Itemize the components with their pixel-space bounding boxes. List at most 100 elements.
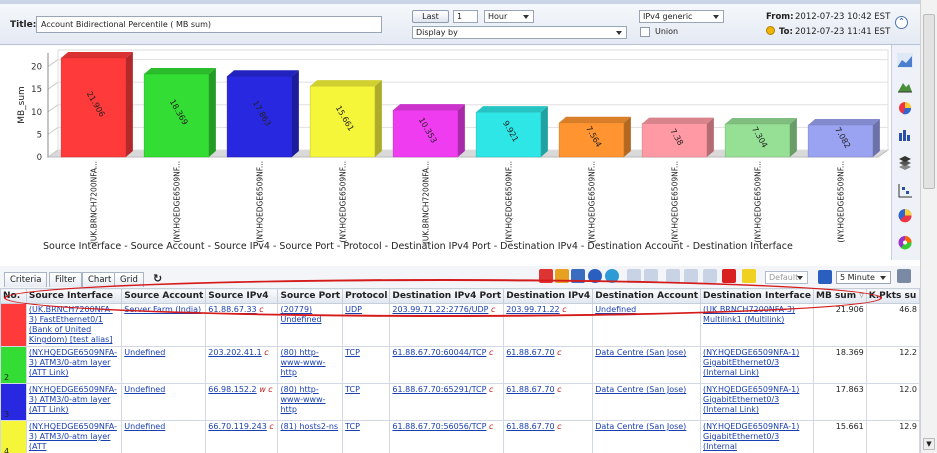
source-port-link[interactable]: (80) http-www-www-http [280,348,325,377]
source-ip-link[interactable]: 203.202.41.1 [208,348,261,357]
column-header[interactable]: Destination IPv4 [503,288,594,304]
source-interface-link[interactable]: (NY.HQEDGE6509NFA-3) ATM3/0-atm layer (A… [29,348,117,377]
interval-select[interactable]: 5 Minute [836,271,891,284]
source-interface-link[interactable]: (NY.HQEDGE6509NFA-3) ATM3/0-atm layer (A… [29,422,117,451]
3d-pie-icon[interactable] [897,100,913,115]
page-scrollbar[interactable]: ▼ [920,0,937,453]
scroll-up-arrow[interactable] [923,2,935,12]
protocol-link[interactable]: TCP [345,422,360,431]
font-color-icon[interactable] [742,269,756,283]
display-by-select[interactable]: Display by [412,26,627,39]
column-header[interactable]: MB sum ▿ [813,288,867,304]
column-header[interactable]: K.Pkts su [865,288,920,304]
print-icon[interactable] [644,269,658,283]
area-chart-icon[interactable] [897,53,913,68]
column-header[interactable]: Destination Interface [700,288,814,304]
source-port-link[interactable]: (20779) Undefined [280,305,321,324]
table-row[interactable]: (UK.BRNCH7200NFA-3) FastEthernet0/1 (Ban… [0,303,920,347]
table-row[interactable]: 2 (NY.HQEDGE6509NFA-3) ATM3/0-atm layer (… [0,346,920,384]
pie-chart-icon[interactable] [897,208,913,223]
from-value[interactable]: 2012-07-23 10:42 EST [795,12,890,22]
tab-chart[interactable]: Chart [82,272,118,287]
export-icon[interactable] [703,269,717,283]
destination-interface-link[interactable]: (NY.HQEDGE6509NFA-1) GigabitEthernet0/3 … [703,422,799,451]
protocol-link[interactable]: TCP [345,385,360,394]
destination-interface-link[interactable]: (UK.BRNCH7200NFA-3) Multilink1 (Multilin… [703,305,795,324]
destination-account-link[interactable]: Data Centre (San Jose) [595,348,686,357]
filter-icon[interactable] [571,269,585,283]
header-top-strip [0,0,920,4]
scroll-down-arrow[interactable]: ▼ [923,438,935,450]
destination-port-link[interactable]: 61.88.67.70:60044/TCP [392,348,486,357]
chart-canvas: 05101520MB_sum 21.906(UK.BRNCH7200NFA...1… [17,49,890,244]
destination-interface-link[interactable]: (NY.HQEDGE6509NFA-1) GigabitEthernet0/3 … [703,385,799,414]
y-axis-label: MB_sum [17,86,27,124]
view-preset-select[interactable]: Default [765,271,808,284]
destination-ip-link[interactable]: 61.88.67.70 [506,385,554,394]
ip-version-select[interactable]: IPv4 generic [639,10,724,23]
column-header[interactable]: Source Interface [25,288,123,304]
protocol-link[interactable]: UDP [345,305,362,314]
to-value[interactable]: 2012-07-23 11:41 EST [795,27,890,37]
destination-ip-link[interactable]: 61.88.67.70 [506,422,554,431]
monitor-icon[interactable] [818,270,832,284]
protocol-link[interactable]: TCP [345,348,360,357]
chart-view-icon[interactable] [684,269,698,283]
collapse-up-icon[interactable]: ⌃ [895,16,908,29]
refresh-icon[interactable]: ↻ [153,272,162,285]
destination-ip-link[interactable]: 61.88.67.70 [506,348,554,357]
source-ip-link[interactable]: 66.98.152.2 [208,385,256,394]
ip-flag: c [557,422,562,431]
tab-grid[interactable]: Grid [114,272,144,287]
destination-account-link[interactable]: Data Centre (San Jose) [595,385,686,394]
union-checkbox[interactable] [640,27,650,37]
source-interface-link[interactable]: (UK.BRNCH7200NFA-3) FastEthernet0/1 (Ban… [29,305,113,344]
zoom-icon[interactable] [666,269,680,283]
source-interface-link[interactable]: (NY.HQEDGE6509NFA-3) ATM3/0-atm layer (A… [29,385,117,414]
destination-interface-link[interactable]: (NY.HQEDGE6509NFA-1) GigabitEthernet0/3 … [703,348,799,377]
source-port-link[interactable]: (80) http-www-www-http [280,385,325,414]
columns-icon[interactable] [627,269,641,283]
last-count-input[interactable]: 1 [453,10,478,23]
last-button[interactable]: Last [412,10,449,23]
source-ip-link[interactable]: 61.88.67.33 [208,305,256,314]
destination-account-link[interactable]: Undefined [595,305,636,314]
stop-icon[interactable] [722,269,736,283]
title-input[interactable]: Account Bidirectional Percentile ( MB su… [36,16,382,33]
scrollbar-thumb[interactable] [923,14,935,189]
mountain-chart-icon[interactable] [897,78,913,93]
destination-port-link[interactable]: 203.99.71.22:2776/UDP [392,305,488,314]
source-account-link[interactable]: Undefined [124,348,165,357]
source-account-link[interactable]: Undefined [124,385,165,394]
column-header[interactable]: No. [0,288,27,304]
stacked-chart-icon[interactable] [897,155,913,170]
bar-chart: 0 5 10 15 20 MB_sum 21.906 (UK.BRNCH7200NFA... 1… [10,45,891,257]
table-row[interactable]: 4 (NY.HQEDGE6509NFA-3) ATM3/0-atm layer (… [0,420,920,453]
settings-icon[interactable] [897,269,911,283]
destination-account-link[interactable]: Data Centre (San Jose) [595,422,686,431]
info-icon[interactable] [588,269,602,283]
time-unit-select[interactable]: Hour [484,10,534,23]
source-account-link[interactable]: Undefined [124,422,165,431]
destination-ip-link[interactable]: 203.99.71.22 [506,305,559,314]
column-header[interactable]: Source Account [121,288,207,304]
color-grid-icon[interactable] [539,269,553,283]
column-header[interactable]: Destination IPv4 Port [389,288,505,304]
tab-criteria[interactable]: Criteria [4,272,48,287]
table-row[interactable]: 3 (NY.HQEDGE6509NFA-3) ATM3/0-atm layer (… [0,383,920,421]
source-account-link[interactable]: Server Farm (India) [124,305,201,314]
destination-port-link[interactable]: 61.88.67.70:65291/TCP [392,385,486,394]
column-header[interactable]: Destination Account [592,288,702,304]
destination-port-link[interactable]: 61.88.67.70:56056/TCP [392,422,486,431]
sort-icon[interactable] [555,269,569,283]
column-header[interactable]: Source IPv4 [205,288,279,304]
scatter-chart-icon[interactable] [897,183,913,198]
tab-filter[interactable]: Filter [49,272,83,287]
column-header[interactable]: Protocol [342,288,391,304]
donut-chart-icon[interactable] [897,235,913,250]
help-icon[interactable] [605,269,619,283]
source-ip-link[interactable]: 66.70.119.243 [208,422,267,431]
bar-chart-icon[interactable] [897,127,913,142]
source-port-link[interactable]: (81) hosts2-ns [280,422,338,431]
column-header[interactable]: Source Port [277,288,344,304]
